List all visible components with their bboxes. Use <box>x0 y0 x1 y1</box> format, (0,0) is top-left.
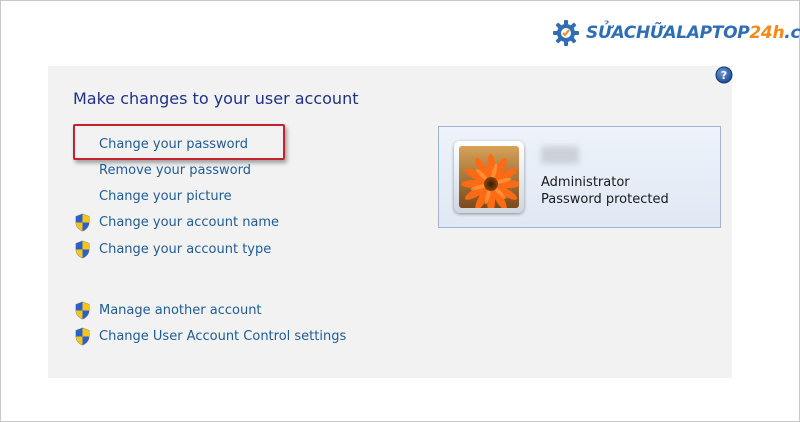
watermark-suffix: .com <box>784 23 800 43</box>
change-picture-link[interactable]: Change your picture <box>99 189 232 204</box>
uac-shield-icon <box>75 213 90 232</box>
blurred-username <box>541 146 579 164</box>
change-account-type-link[interactable]: Change your account type <box>99 242 271 257</box>
manage-another-account-link[interactable]: Manage another account <box>99 303 262 318</box>
highlight-box <box>73 124 285 160</box>
help-icon[interactable]: ? <box>715 66 733 84</box>
uac-shield-icon <box>75 301 90 320</box>
remove-password-link[interactable]: Remove your password <box>99 163 251 178</box>
svg-text:?: ? <box>721 69 727 82</box>
account-role: Administrator <box>541 175 630 190</box>
gear-logo-icon <box>553 20 579 46</box>
watermark-accent: 24h <box>749 23 785 43</box>
change-account-name-link[interactable]: Change your account name <box>99 215 279 230</box>
account-status: Password protected <box>541 192 669 207</box>
watermark-main: SỬACHỮALAPTOP <box>586 23 750 43</box>
page-title: Make changes to your user account <box>73 89 359 108</box>
avatar[interactable] <box>454 141 524 213</box>
uac-shield-icon <box>75 240 90 259</box>
watermark-logo: SỬACHỮALAPTOP24h.com <box>552 18 800 48</box>
uac-settings-link[interactable]: Change User Account Control settings <box>99 329 346 344</box>
flower-avatar <box>459 146 519 208</box>
uac-shield-icon <box>75 327 90 346</box>
watermark-text: SỬACHỮALAPTOP24h.com <box>586 23 800 43</box>
